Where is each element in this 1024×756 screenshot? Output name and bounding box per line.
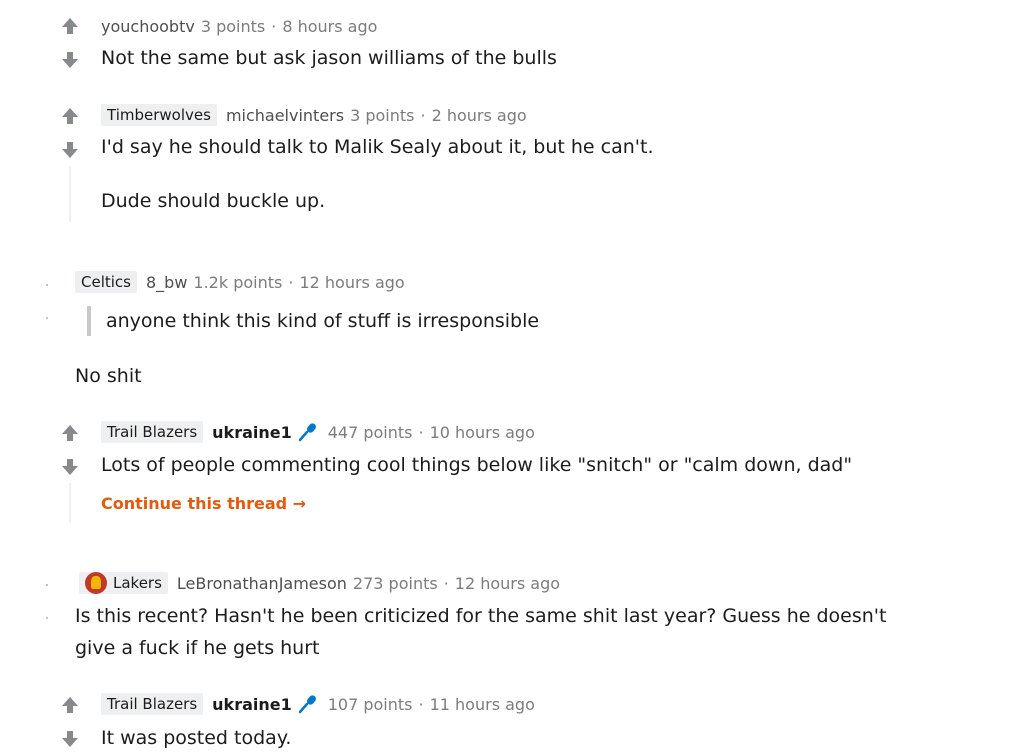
comment-meta: Trail Blazers ukraine1 447 points · 10 h… (101, 420, 535, 444)
comment-meta: Timberwolves michaelvinters 3 points · 2… (101, 103, 527, 127)
username-link[interactable]: LeBronathanJameson (177, 574, 347, 593)
upvote-arrow-icon (62, 425, 78, 441)
upvote-arrow-icon (62, 18, 78, 34)
upvote-button[interactable] (59, 16, 81, 36)
user-flair: Trail Blazers (101, 421, 204, 443)
thread-line[interactable] (69, 166, 71, 222)
points: 3 points (200, 16, 266, 36)
timestamp[interactable]: 10 hours ago (430, 423, 535, 442)
lakers-logo-icon (85, 572, 107, 594)
downvote-arrow-icon (62, 459, 78, 475)
separator: · (418, 694, 424, 714)
user-flair: Timberwolves (101, 104, 217, 126)
downvote-arrow-icon (62, 52, 78, 68)
downvote-button[interactable] (59, 50, 81, 70)
user-flair: Trail Blazers (101, 693, 204, 715)
blockquote-text: anyone think this kind of stuff is irres… (106, 310, 540, 332)
comment-body: Lots of people commenting cool things be… (101, 454, 853, 476)
points: 447 points (327, 422, 413, 442)
comment-meta: Trail Blazers ukraine1 107 points · 11 h… (101, 692, 535, 716)
timestamp[interactable]: 8 hours ago (282, 17, 377, 36)
username-link[interactable]: 8_bw (146, 273, 187, 292)
comment-body: Not the same but ask jason williams of t… (101, 47, 557, 69)
username-link[interactable]: youchoobtv (101, 17, 195, 36)
upvote-button[interactable] (59, 423, 81, 443)
comment-meta: Lakers LeBronathanJameson 273 points · 1… (79, 571, 560, 595)
collapse-dot[interactable] (46, 584, 48, 586)
comment-body: Is this recent? Hasn't he been criticize… (75, 605, 887, 627)
separator: · (420, 105, 426, 125)
microphone-icon (298, 695, 316, 714)
separator: · (271, 16, 277, 36)
points: 107 points (327, 694, 413, 714)
downvote-arrow-icon (62, 731, 78, 747)
continue-thread-link[interactable]: Continue this thread → (101, 494, 306, 513)
collapse-dot[interactable] (46, 617, 48, 619)
downvote-button[interactable] (59, 140, 81, 160)
username-link[interactable]: ukraine1 (212, 423, 292, 442)
collapse-dot[interactable] (46, 317, 48, 319)
comment-body: give a fuck if he gets hurt (75, 637, 320, 659)
microphone-icon (298, 423, 316, 442)
downvote-button[interactable] (59, 729, 81, 749)
timestamp[interactable]: 12 hours ago (299, 273, 404, 292)
separator: · (418, 422, 424, 442)
comment-body: Dude should buckle up. (101, 190, 326, 212)
comment-body: It was posted today. (101, 727, 292, 749)
points: 1.2k points (193, 272, 283, 292)
username-link[interactable]: michaelvinters (226, 106, 344, 125)
comment-body: I'd say he should talk to Malik Sealy ab… (101, 136, 654, 158)
separator: · (443, 573, 449, 593)
comment-meta: Celtics 8_bw 1.2k points · 12 hours ago (75, 270, 405, 294)
comment-body: No shit (75, 365, 142, 387)
timestamp[interactable]: 11 hours ago (430, 695, 535, 714)
username-link[interactable]: ukraine1 (212, 695, 292, 714)
points: 273 points (352, 573, 438, 593)
comment-meta: youchoobtv 3 points · 8 hours ago (101, 14, 377, 38)
flair-label: Lakers (113, 574, 162, 592)
thread-line[interactable] (69, 483, 71, 523)
separator: · (288, 272, 294, 292)
upvote-button[interactable] (59, 106, 81, 126)
downvote-arrow-icon (62, 142, 78, 158)
upvote-button[interactable] (59, 695, 81, 715)
points: 3 points (350, 105, 415, 125)
upvote-arrow-icon (62, 108, 78, 124)
timestamp[interactable]: 12 hours ago (455, 574, 560, 593)
user-flair: Lakers (79, 572, 168, 594)
blockquote-bar (87, 306, 91, 336)
user-flair: Celtics (75, 271, 137, 293)
collapse-dot[interactable] (46, 284, 48, 286)
downvote-button[interactable] (59, 457, 81, 477)
upvote-arrow-icon (62, 697, 78, 713)
timestamp[interactable]: 2 hours ago (432, 106, 527, 125)
